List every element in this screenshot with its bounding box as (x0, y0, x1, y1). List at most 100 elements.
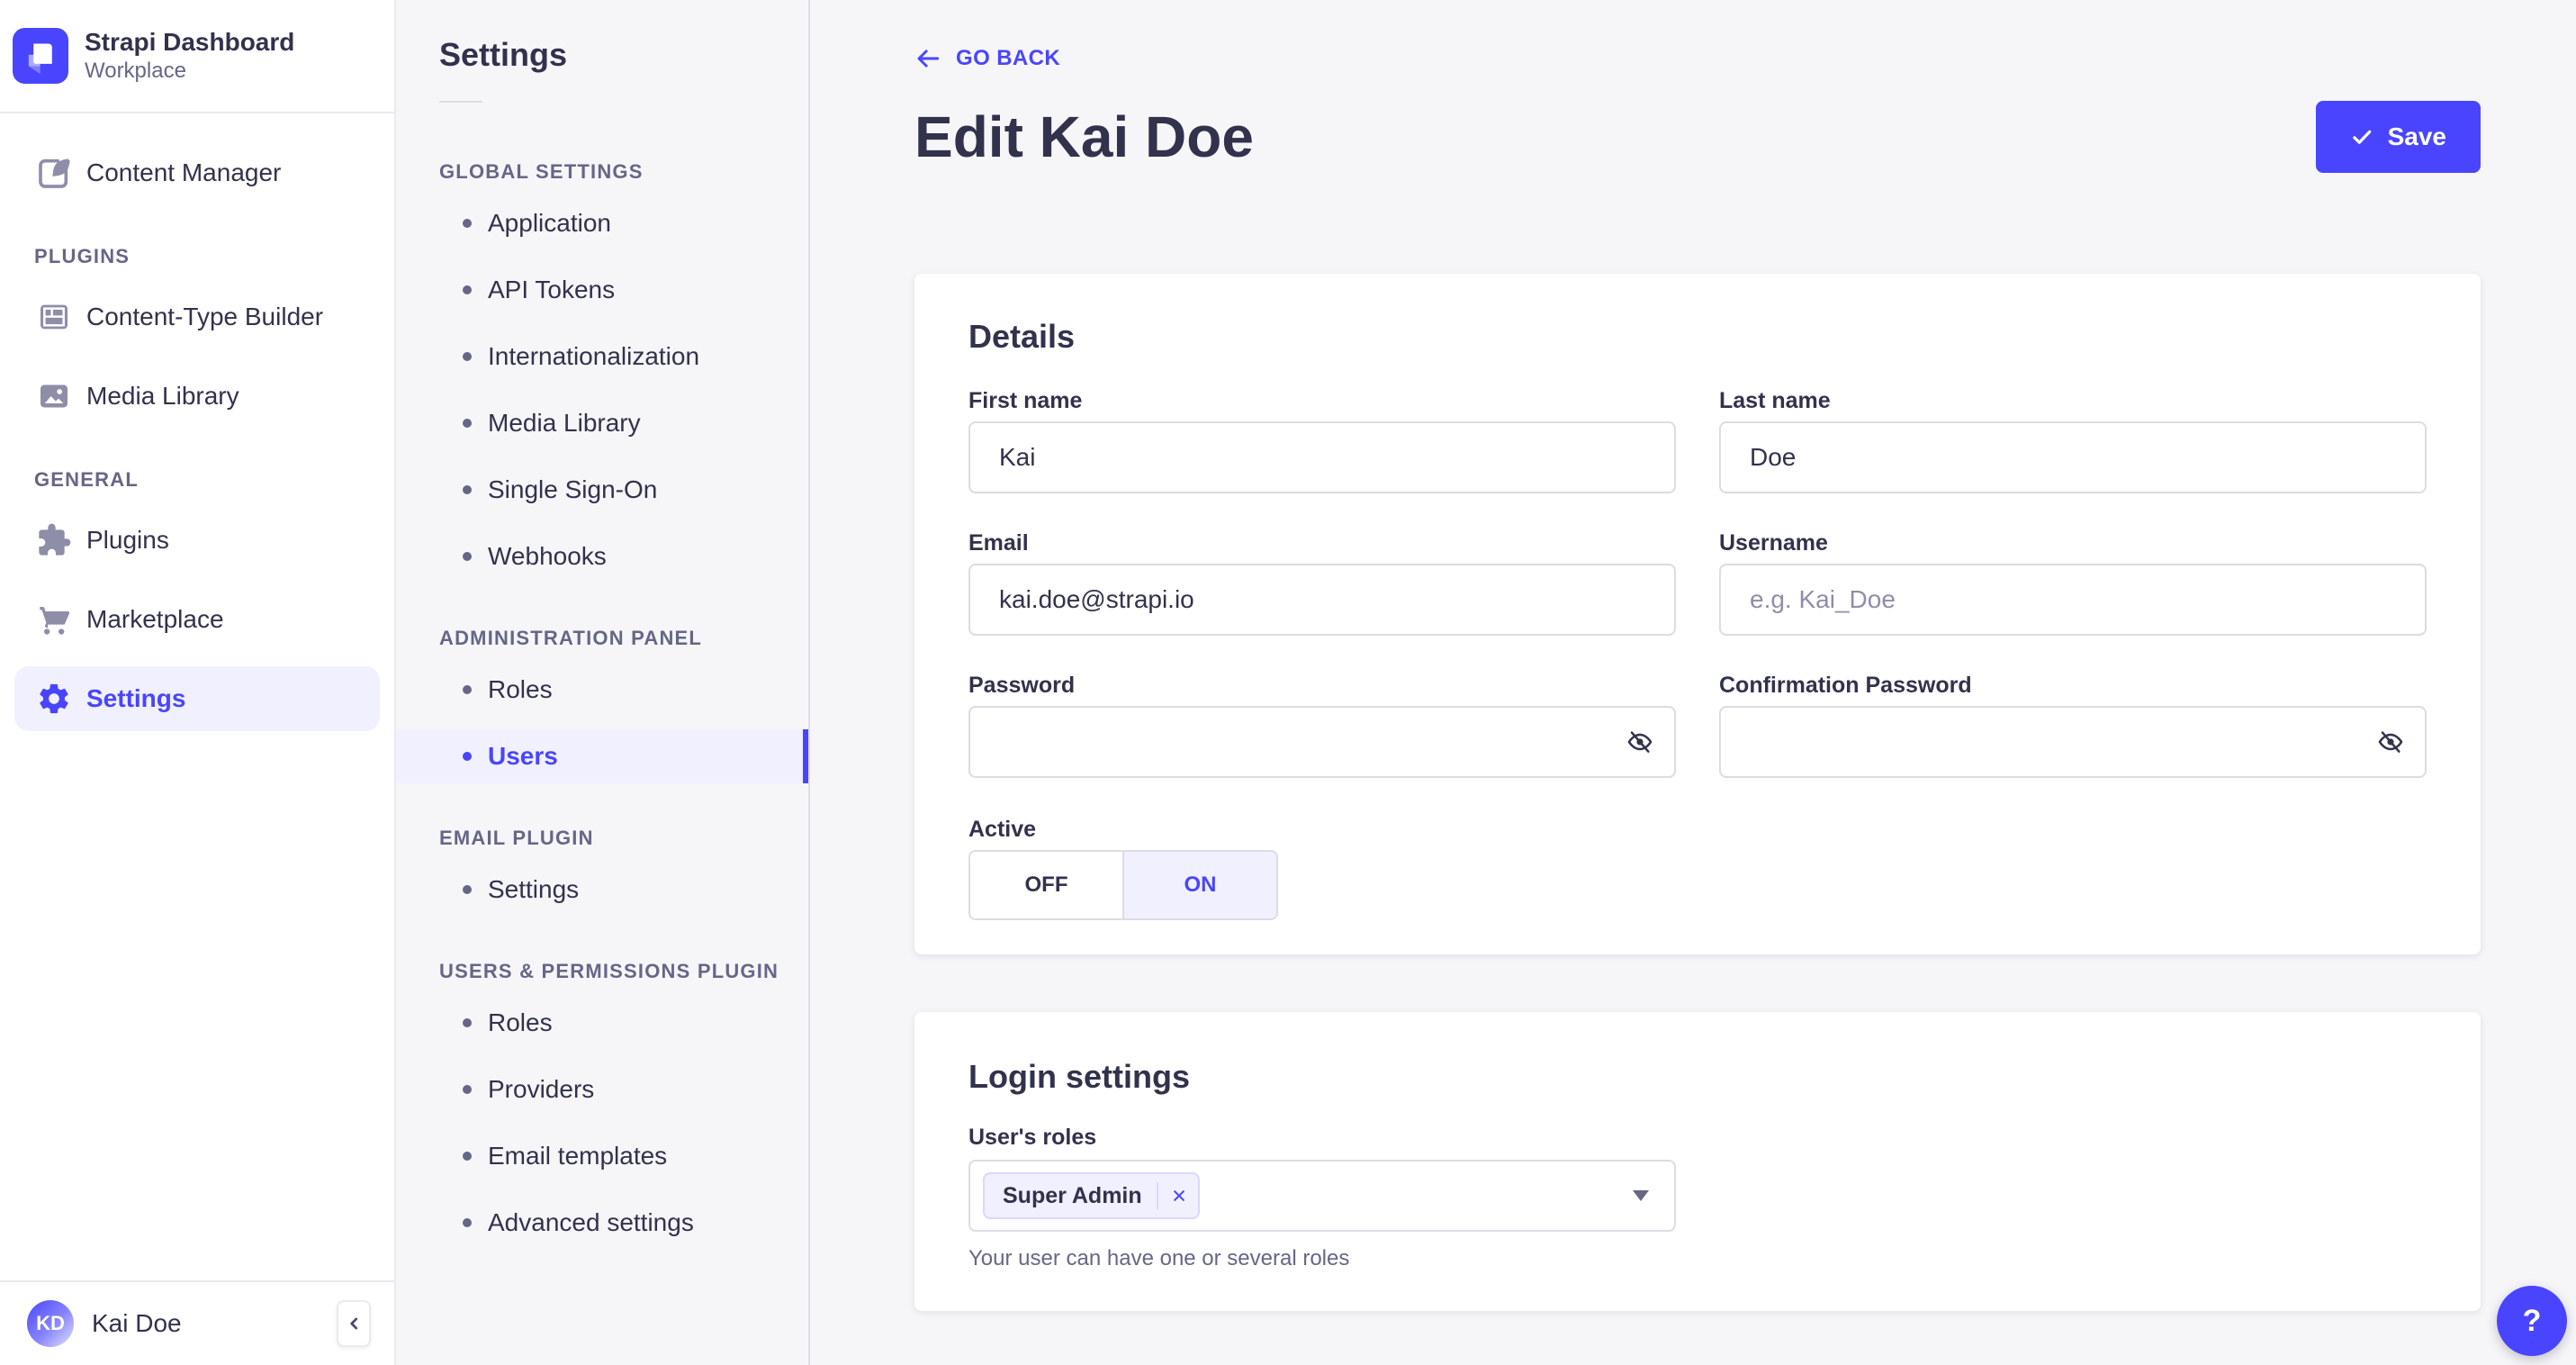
sidebar-item-marketplace[interactable]: Marketplace (14, 587, 380, 652)
eye-off-icon (2376, 728, 2405, 756)
subnav-item-email-settings[interactable]: Settings (396, 863, 808, 917)
go-back-label: GO BACK (956, 46, 1061, 70)
avatar[interactable]: KD (27, 1300, 74, 1347)
workspace-header: Strapi Dashboard Workplace (0, 0, 394, 113)
sidebar-section-plugins: PLUGINS (34, 245, 131, 267)
layout-icon (34, 297, 74, 337)
go-back-link[interactable]: GO BACK (914, 45, 1060, 72)
subnav-item-email-templates[interactable]: Email templates (396, 1129, 808, 1183)
email-label: Email (968, 530, 1029, 556)
puzzle-icon (34, 520, 74, 560)
subnav-item-label: Email templates (488, 1142, 668, 1170)
username-label: Username (1719, 530, 1828, 556)
confirmation-password-input[interactable] (1719, 706, 2427, 778)
remove-role-button[interactable] (1167, 1184, 1191, 1207)
details-card: Details First name Last name Email Usern… (914, 274, 2481, 954)
subnav-item-providers[interactable]: Providers (396, 1062, 808, 1116)
page-header: Edit Kai Doe Save (914, 101, 2481, 173)
close-icon (1171, 1188, 1187, 1204)
user-name: Kai Doe (92, 1309, 182, 1337)
main-content: GO BACK Edit Kai Doe Save Details First … (810, 0, 2576, 1365)
save-button[interactable]: Save (2315, 101, 2481, 173)
help-button[interactable]: ? (2497, 1286, 2567, 1356)
sidebar-item-settings[interactable]: Settings (14, 666, 380, 731)
toggle-password-visibility-button[interactable] (1626, 728, 1654, 756)
sidebar-item-label: Plugins (86, 526, 169, 554)
last-name-input[interactable] (1719, 421, 2427, 493)
last-name-label: Last name (1719, 388, 1831, 413)
sidebar-collapse-button[interactable] (337, 1300, 371, 1347)
sidebar-item-label: Content Manager (86, 158, 282, 186)
email-input[interactable] (968, 564, 1676, 636)
first-name-label: First name (968, 388, 1083, 413)
chevron-left-icon (344, 1314, 364, 1333)
settings-subnav: Settings GLOBAL SETTINGS Application API… (396, 0, 810, 1365)
subnav-item-admin-users[interactable]: Users (396, 729, 808, 783)
subnav-title: Settings (439, 36, 568, 73)
subnav-item-label: Webhooks (488, 542, 607, 570)
subnav-title-divider (439, 101, 482, 103)
bullet-icon (463, 685, 472, 694)
main-sidebar: Strapi Dashboard Workplace Content Manag… (0, 0, 396, 1365)
sidebar-item-media-library[interactable]: Media Library (14, 364, 380, 429)
strapi-logo-icon[interactable] (13, 28, 68, 84)
bullet-icon (463, 285, 472, 294)
last-name-field-group: Last name (1719, 389, 2427, 493)
cart-icon (34, 600, 74, 639)
username-field-group: Username (1719, 531, 2427, 636)
active-label: Active (968, 817, 1037, 842)
page-title: Edit Kai Doe (914, 104, 1254, 169)
sidebar-item-label: Content-Type Builder (86, 303, 324, 330)
toggle-off-option[interactable]: OFF (970, 852, 1122, 918)
sidebar-nav: Content Manager PLUGINS Content-Type Bui… (0, 113, 394, 1280)
toggle-on-option[interactable]: ON (1122, 852, 1276, 918)
subnav-item-internationalization[interactable]: Internationalization (396, 330, 808, 384)
bullet-icon (463, 219, 472, 228)
confirmation-password-field-group: Confirmation Password (1719, 673, 2427, 778)
sidebar-item-label: Marketplace (86, 605, 224, 633)
login-settings-card: Login settings User's roles Super Admin (914, 1012, 2481, 1311)
sidebar-item-label: Media Library (86, 382, 239, 410)
user-roles-select[interactable]: Super Admin (968, 1160, 1676, 1232)
sidebar-item-content-manager[interactable]: Content Manager (14, 140, 380, 205)
subnav-item-up-roles[interactable]: Roles (396, 996, 808, 1050)
subnav-item-label: Roles (488, 675, 553, 703)
gear-icon (34, 679, 74, 719)
subnav-item-advanced-settings[interactable]: Advanced settings (396, 1196, 808, 1250)
bullet-icon (463, 352, 472, 361)
sidebar-item-content-type-builder[interactable]: Content-Type Builder (14, 285, 380, 349)
username-input[interactable] (1719, 564, 2427, 636)
subnav-item-application[interactable]: Application (396, 196, 808, 250)
check-icon (2350, 125, 2373, 149)
sidebar-user-footer: KD Kai Doe (0, 1280, 394, 1365)
password-label: Password (968, 673, 1076, 698)
sidebar-item-plugins[interactable]: Plugins (14, 508, 380, 573)
subnav-item-admin-roles[interactable]: Roles (396, 663, 808, 717)
subnav-item-single-sign-on[interactable]: Single Sign-On (396, 463, 808, 517)
password-input[interactable] (968, 706, 1676, 778)
chevron-down-icon (1633, 1190, 1649, 1201)
first-name-field-group: First name (968, 389, 1676, 493)
subnav-item-label: Advanced settings (488, 1208, 694, 1236)
toggle-confirmation-password-visibility-button[interactable] (2376, 728, 2405, 756)
workspace-subtitle: Workplace (85, 59, 186, 84)
sidebar-item-label: Settings (86, 684, 186, 712)
bullet-icon (463, 552, 472, 561)
subnav-section-administration-panel: ADMINISTRATION PANEL (439, 627, 703, 649)
subnav-item-webhooks[interactable]: Webhooks (396, 529, 808, 583)
bullet-icon (463, 1085, 472, 1094)
bullet-icon (463, 752, 472, 761)
subnav-item-label: Media Library (488, 409, 641, 437)
confirmation-password-label: Confirmation Password (1719, 673, 1972, 698)
strapi-admin-app: Strapi Dashboard Workplace Content Manag… (0, 0, 2576, 1365)
details-heading: Details (968, 318, 1076, 355)
subnav-item-media-library[interactable]: Media Library (396, 396, 808, 450)
bullet-icon (463, 419, 472, 428)
subnav-section-email-plugin: EMAIL PLUGIN (439, 827, 594, 849)
subnav-item-label: Single Sign-On (488, 475, 658, 503)
first-name-input[interactable] (968, 421, 1676, 493)
subnav-item-api-tokens[interactable]: API Tokens (396, 263, 808, 317)
feather-icon (34, 153, 74, 193)
subnav-section-users-permissions-plugin: USERS & PERMISSIONS PLUGIN (439, 960, 779, 982)
role-tag: Super Admin (983, 1172, 1200, 1219)
